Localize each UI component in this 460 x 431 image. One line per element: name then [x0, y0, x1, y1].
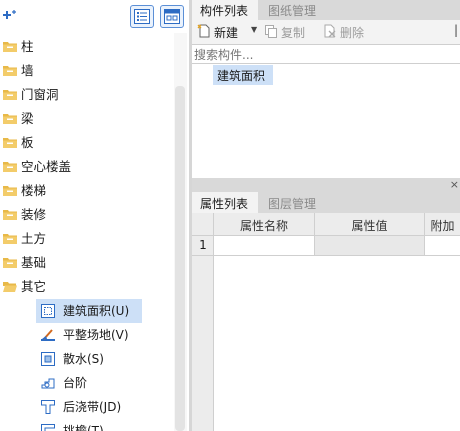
folder-icon [3, 114, 17, 124]
new-document-icon [197, 24, 210, 38]
eave-icon [41, 424, 55, 431]
property-tabs: 属性列表 图层管理 [192, 192, 460, 213]
toolbar-overflow-icon[interactable]: | [454, 23, 458, 37]
tree-folder-label: 空心楼盖 [21, 159, 72, 174]
tree-folder-hollow-floor[interactable]: 空心楼盖 [0, 155, 175, 179]
tree-folder-column[interactable]: 柱 [0, 35, 175, 59]
panel-splitter-horizontal[interactable]: × [192, 178, 460, 192]
tree-item-building-area[interactable]: 建筑面积(U) [36, 299, 142, 323]
tree-folder-decoration[interactable]: 装修 [0, 203, 175, 227]
tree-folder-slab[interactable]: 板 [0, 131, 175, 155]
tree-folder-label: 墙 [21, 63, 34, 78]
tree-item-label: 后浇带(JD) [63, 400, 122, 414]
folder-icon [3, 234, 17, 244]
delete-button-label: 删除 [340, 26, 365, 40]
tree-item-label: 台阶 [63, 376, 88, 390]
property-name-cell[interactable] [214, 236, 315, 256]
tree-folder-stairs[interactable]: 楼梯 [0, 179, 175, 203]
tree-folder-foundation[interactable]: 基础 [0, 251, 175, 275]
apron-icon [41, 352, 55, 366]
tree-folder-label: 基础 [21, 255, 47, 270]
tree-toolbar [0, 0, 189, 33]
folder-open-icon [3, 282, 17, 292]
copy-button-label: 复制 [281, 26, 306, 40]
folder-icon [3, 162, 17, 172]
new-button-label: 新建 [214, 26, 239, 40]
tab-drawing-management[interactable]: 图纸管理 [260, 0, 326, 20]
tree-item-label: 挑檐(T) [63, 424, 104, 431]
folder-icon [3, 66, 17, 76]
tree-item-label: 平整场地(V) [63, 328, 129, 342]
icon-view-button[interactable] [160, 5, 184, 28]
tree-item-post-pour-strip[interactable]: 后浇带(JD) [36, 395, 142, 419]
site-leveling-icon [41, 329, 55, 341]
component-search-input[interactable] [194, 47, 456, 62]
tree-item-steps[interactable]: 台阶 [36, 371, 142, 395]
tab-property-list[interactable]: 属性列表 [192, 192, 258, 213]
steps-icon [41, 378, 55, 389]
tree-item-eave[interactable]: 挑檐(T) [36, 419, 142, 431]
component-tabs: 构件列表 图纸管理 [192, 0, 460, 20]
component-toolbar: 新建 ▼ 复制 删除 | [192, 20, 460, 44]
tree-folder-label: 装修 [21, 207, 47, 222]
folder-icon [3, 258, 17, 268]
folder-icon [3, 42, 17, 52]
tab-component-list[interactable]: 构件列表 [192, 0, 258, 20]
column-header-property-value[interactable]: 属性值 [315, 213, 425, 236]
tab-layer-management[interactable]: 图层管理 [260, 192, 326, 213]
tree-item-apron[interactable]: 散水(S) [36, 347, 142, 371]
component-list: 建筑面积 [192, 64, 460, 178]
copy-button[interactable]: 复制 [264, 23, 312, 41]
tree-item-label: 散水(S) [63, 352, 104, 366]
tree-item-label: 建筑面积(U) [63, 304, 130, 318]
tree-folder-door-window-opening[interactable]: 门窗洞 [0, 83, 175, 107]
component-list-item[interactable]: 建筑面积 [213, 65, 273, 85]
tree-folder-earthwork[interactable]: 土方 [0, 227, 175, 251]
tree-scrollbar-thumb[interactable] [175, 86, 185, 431]
tree-folder-other[interactable]: 其它 [0, 275, 175, 299]
tree-folder-label: 柱 [21, 39, 34, 54]
close-icon[interactable]: × [450, 178, 459, 191]
chevron-down-icon[interactable]: ▼ [251, 25, 257, 34]
new-button[interactable]: 新建 ▼ [197, 23, 257, 41]
folder-icon [3, 90, 17, 100]
tree-folder-label: 楼梯 [21, 183, 47, 198]
component-search [192, 44, 460, 64]
tree-folder-label: 土方 [21, 231, 47, 246]
property-value-cell[interactable] [315, 236, 425, 256]
tree-folder-beam[interactable]: 梁 [0, 107, 175, 131]
tree-item-site-leveling[interactable]: 平整场地(V) [36, 323, 142, 347]
tree-folder-label: 门窗洞 [21, 87, 59, 102]
property-extra-cell[interactable] [425, 236, 460, 256]
add-icon[interactable] [3, 9, 17, 21]
table-corner [192, 213, 214, 236]
list-view-button[interactable] [130, 5, 154, 28]
tree-folder-wall[interactable]: 墙 [0, 59, 175, 83]
tree-folder-label: 板 [21, 135, 34, 150]
row-number: 1 [192, 236, 214, 256]
tree-folder-label: 其它 [21, 279, 47, 294]
delete-button[interactable]: 删除 [323, 23, 371, 41]
component-tree-panel: 柱 墙 门窗洞 梁 板 空心楼盖 楼梯 装修 土方 基础 其它 建筑面积(U) … [0, 0, 189, 431]
list-view-icon [134, 9, 150, 24]
building-area-icon [41, 304, 55, 318]
folder-icon [3, 138, 17, 148]
property-table: 属性名称 属性值 附加 1 [192, 213, 460, 431]
column-header-property-name[interactable]: 属性名称 [214, 213, 315, 236]
tree-folder-label: 梁 [21, 111, 34, 126]
icon-view-icon [164, 9, 180, 24]
post-pour-strip-icon [41, 400, 55, 414]
folder-icon [3, 186, 17, 196]
folder-icon [3, 210, 17, 220]
column-header-extra[interactable]: 附加 [425, 213, 460, 236]
copy-icon [265, 25, 277, 38]
delete-icon [324, 24, 336, 38]
